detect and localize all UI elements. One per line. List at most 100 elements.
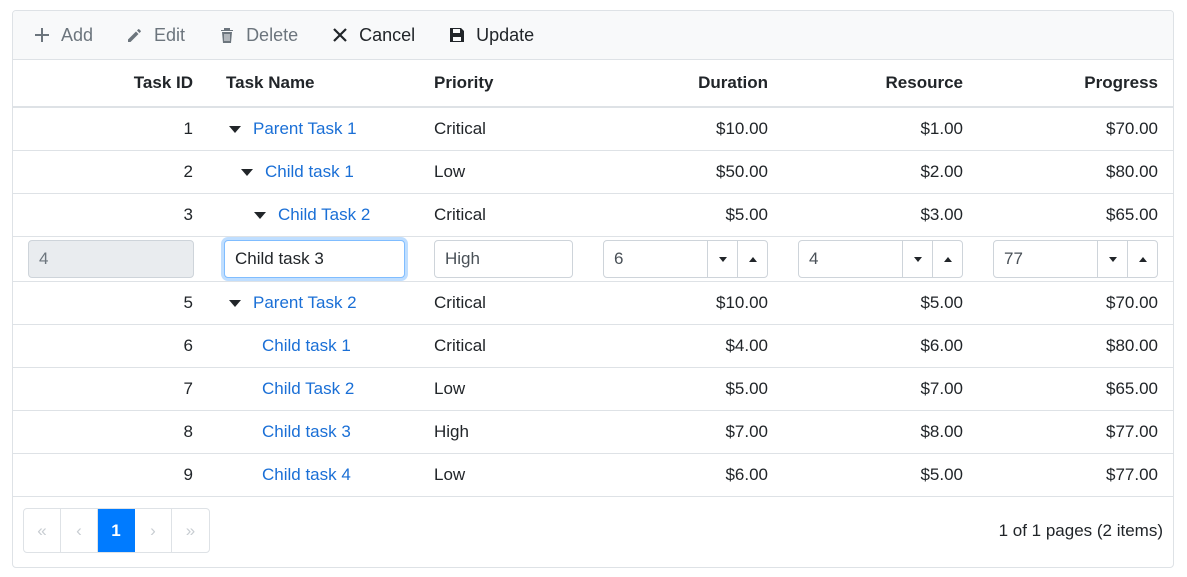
header-priority[interactable]: Priority (434, 60, 594, 106)
task-name-cell: Parent Task 1 (229, 108, 424, 150)
priority-cell: Low (434, 465, 466, 484)
task-id-cell: 5 (183, 293, 193, 312)
duration-cell: $5.00 (725, 205, 768, 224)
next-page-button[interactable]: › (135, 509, 172, 552)
header-row: Task ID Task Name Priority Duration Reso… (13, 60, 1173, 108)
task-name-link[interactable]: Child Task 2 (262, 379, 354, 399)
task-name-link[interactable]: Child task 4 (262, 465, 351, 485)
priority-cell: Low (434, 162, 466, 181)
last-page-button[interactable]: » (172, 509, 209, 552)
header-duration[interactable]: Duration (603, 60, 768, 106)
chevron-up-icon (943, 256, 952, 262)
task-id-cell: 1 (183, 119, 193, 138)
duration-decrement-button[interactable] (707, 241, 737, 277)
page-1-button[interactable]: 1 (98, 509, 135, 552)
task-name-cell: Child task 1 (241, 151, 436, 193)
task-name-cell: Parent Task 2 (229, 282, 424, 324)
pager: « ‹ 1 › » 1 of 1 pages (2 items) (13, 497, 1173, 567)
table-row[interactable]: 5 Parent Task 2 Critical $10.00 $5.00 $7… (13, 282, 1173, 325)
first-page-button[interactable]: « (24, 509, 61, 552)
chevron-up-icon (1138, 256, 1147, 262)
task-name-link[interactable]: Child Task 2 (278, 205, 370, 225)
task-name-cell: Child task 4 (262, 454, 457, 496)
toolbar: Add Edit Delete Cancel Update (13, 11, 1173, 60)
progress-cell: $70.00 (1106, 293, 1158, 312)
progress-cell: $77.00 (1106, 422, 1158, 441)
duration-stepper: 6 (603, 240, 768, 278)
pager-info: 1 of 1 pages (2 items) (998, 520, 1163, 540)
add-button[interactable]: Add (33, 11, 93, 60)
resource-cell: $7.00 (920, 379, 963, 398)
progress-decrement-button[interactable] (1097, 241, 1127, 277)
save-icon (448, 26, 466, 44)
progress-input[interactable]: 77 (994, 241, 1097, 277)
priority-input[interactable]: High (434, 240, 573, 278)
task-name-edit-cell: Child task 3 (224, 237, 405, 281)
close-icon (331, 26, 349, 44)
chevron-down-icon (718, 256, 727, 262)
task-id-cell: 3 (183, 205, 193, 224)
cancel-button[interactable]: Cancel (331, 11, 415, 60)
edit-row: 4 Child task 3 High 6 4 77 (13, 237, 1173, 282)
task-name-link[interactable]: Parent Task 2 (253, 293, 357, 313)
priority-cell: Critical (434, 119, 486, 138)
duration-increment-button[interactable] (737, 241, 767, 277)
delete-button[interactable]: Delete (218, 11, 298, 60)
progress-increment-button[interactable] (1127, 241, 1157, 277)
duration-cell: $50.00 (716, 162, 768, 181)
resource-input[interactable]: 4 (799, 241, 902, 277)
priority-cell: Critical (434, 336, 486, 355)
table-row[interactable]: 6 Child task 1 Critical $4.00 $6.00 $80.… (13, 325, 1173, 368)
edit-button[interactable]: Edit (126, 11, 185, 60)
plus-icon (33, 26, 51, 44)
resource-cell: $8.00 (920, 422, 963, 441)
table-row[interactable]: 2 Child task 1 Low $50.00 $2.00 $80.00 (13, 151, 1173, 194)
trash-icon (218, 26, 236, 44)
task-name-cell: Child Task 2 (262, 368, 457, 410)
progress-cell: $70.00 (1106, 119, 1158, 138)
chevron-up-icon (748, 256, 757, 262)
duration-edit-cell: 6 (603, 237, 768, 281)
progress-edit-cell: 77 (993, 237, 1158, 281)
task-name-input[interactable]: Child task 3 (224, 240, 405, 278)
progress-cell: $80.00 (1106, 336, 1158, 355)
duration-cell: $7.00 (725, 422, 768, 441)
header-task-name[interactable]: Task Name (226, 60, 421, 106)
task-id-input[interactable]: 4 (28, 240, 194, 278)
pencil-icon (126, 26, 144, 44)
task-name-link[interactable]: Child task 1 (262, 336, 351, 356)
chevron-down-icon (913, 256, 922, 262)
table-row[interactable]: 3 Child Task 2 Critical $5.00 $3.00 $65.… (13, 194, 1173, 237)
collapse-icon[interactable] (229, 299, 241, 307)
priority-edit-cell: High (434, 237, 573, 281)
header-task-id[interactable]: Task ID (13, 60, 193, 106)
prev-page-button[interactable]: ‹ (61, 509, 98, 552)
table-row[interactable]: 1 Parent Task 1 Critical $10.00 $1.00 $7… (13, 108, 1173, 151)
collapse-icon[interactable] (254, 211, 266, 219)
progress-cell: $65.00 (1106, 379, 1158, 398)
resource-decrement-button[interactable] (902, 241, 932, 277)
task-id-cell: 2 (183, 162, 193, 181)
update-label: Update (476, 24, 535, 45)
collapse-icon[interactable] (229, 125, 241, 133)
update-button[interactable]: Update (448, 11, 534, 60)
task-id-cell: 6 (183, 336, 193, 355)
duration-cell: $5.00 (725, 379, 768, 398)
table-row[interactable]: 8 Child task 3 High $7.00 $8.00 $77.00 (13, 411, 1173, 454)
header-resource[interactable]: Resource (798, 60, 963, 106)
resource-increment-button[interactable] (932, 241, 962, 277)
edit-label: Edit (154, 24, 186, 45)
table-row[interactable]: 7 Child Task 2 Low $5.00 $7.00 $65.00 (13, 368, 1173, 411)
collapse-icon[interactable] (241, 168, 253, 176)
task-name-link[interactable]: Parent Task 1 (253, 119, 357, 139)
progress-cell: $77.00 (1106, 465, 1158, 484)
resource-cell: $1.00 (920, 119, 963, 138)
task-name-link[interactable]: Child task 1 (265, 162, 354, 182)
resource-cell: $6.00 (920, 336, 963, 355)
add-label: Add (61, 24, 94, 45)
duration-input[interactable]: 6 (604, 241, 707, 277)
task-name-link[interactable]: Child task 3 (262, 422, 351, 442)
table-row[interactable]: 9 Child task 4 Low $6.00 $5.00 $77.00 (13, 454, 1173, 497)
header-progress[interactable]: Progress (993, 60, 1158, 106)
duration-cell: $10.00 (716, 119, 768, 138)
